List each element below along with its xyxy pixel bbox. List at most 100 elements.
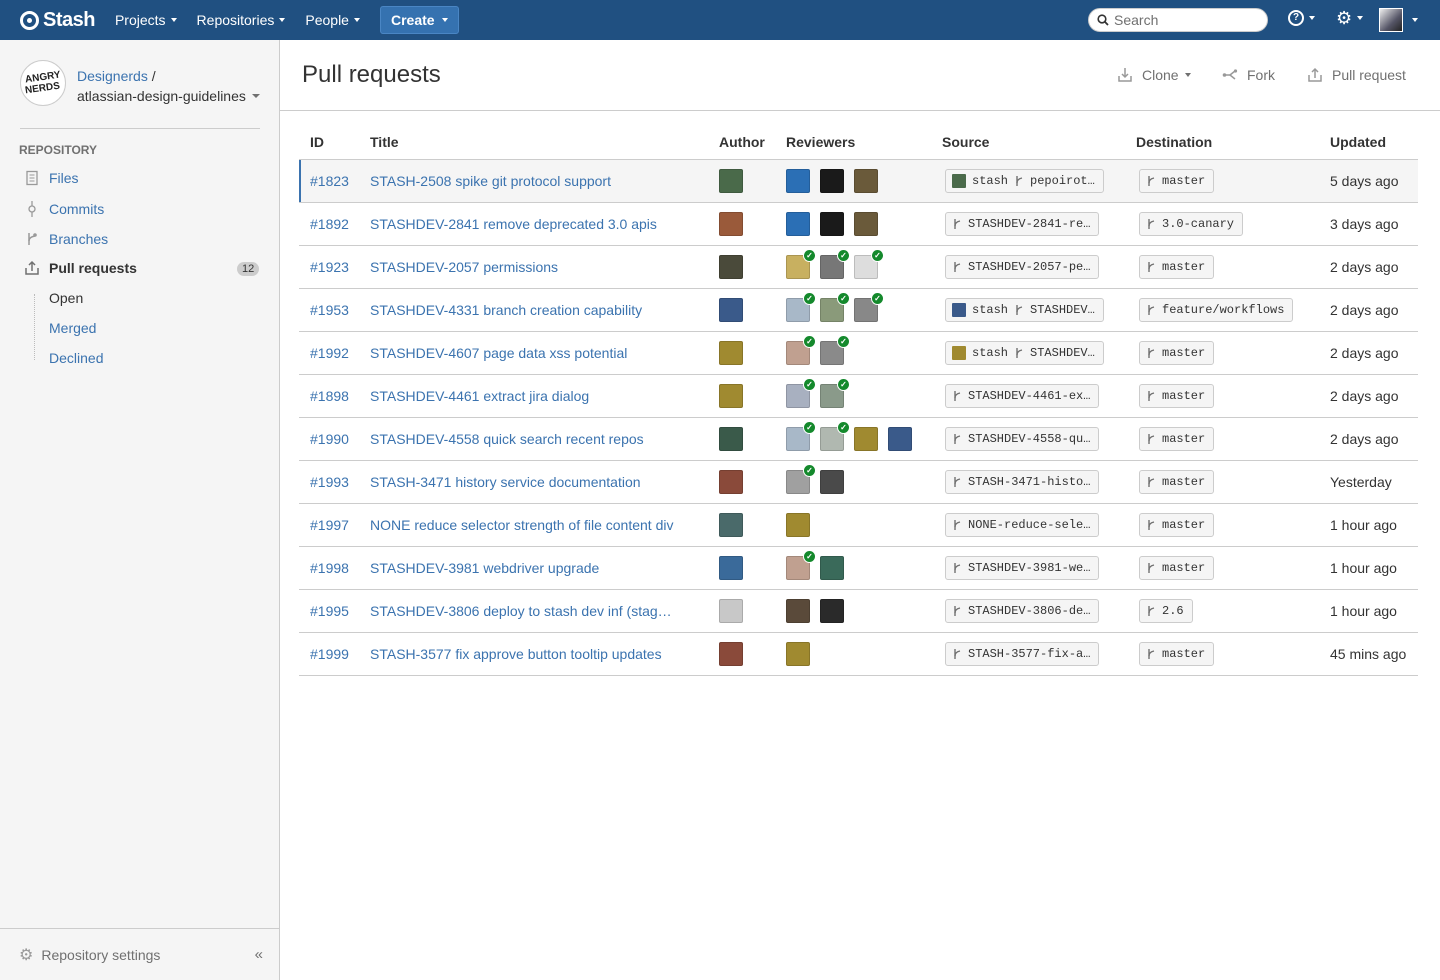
- reviewer-avatar[interactable]: [820, 469, 844, 494]
- author-avatar[interactable]: [719, 168, 743, 193]
- reviewer-avatar[interactable]: [854, 168, 878, 193]
- source-branch-lozenge[interactable]: STASHDEV-4461-ex…: [945, 383, 1100, 408]
- pr-title-link[interactable]: STASHDEV-2841 remove deprecated 3.0 apis: [370, 216, 657, 232]
- reviewer-avatar[interactable]: [786, 211, 810, 236]
- sidebar-item-pull-requests[interactable]: Pull requests: [24, 260, 137, 276]
- author-avatar[interactable]: [719, 426, 743, 451]
- reviewer-avatar[interactable]: [820, 555, 844, 580]
- table-row[interactable]: #1953 STASHDEV-4331 branch creation capab…: [299, 288, 1418, 332]
- reviewer-avatar[interactable]: [820, 168, 844, 193]
- reviewer-avatar[interactable]: ✓: [820, 291, 850, 322]
- nav-people[interactable]: People: [305, 12, 360, 28]
- table-row[interactable]: #1892 STASHDEV-2841 remove deprecated 3.0…: [299, 202, 1418, 246]
- reviewer-avatar[interactable]: [820, 598, 844, 623]
- sidebar-item-branches[interactable]: Branches: [24, 231, 108, 247]
- pr-id-link[interactable]: #1892: [310, 216, 349, 232]
- sidebar-item-files[interactable]: Files: [24, 170, 79, 186]
- reviewer-avatar[interactable]: ✓: [786, 420, 816, 451]
- destination-branch-lozenge[interactable]: master: [1139, 254, 1215, 279]
- table-row[interactable]: #1998 STASHDEV-3981 webdriver upgrade ✓ STA…: [299, 546, 1418, 590]
- search-box[interactable]: [1088, 8, 1268, 32]
- reviewer-avatar[interactable]: [786, 512, 810, 537]
- pr-title-link[interactable]: STASHDEV-4558 quick search recent repos: [370, 431, 644, 447]
- reviewer-avatar[interactable]: ✓: [786, 291, 816, 322]
- pr-title-link[interactable]: STASH-3471 history service documentation: [370, 474, 641, 490]
- pr-id-link[interactable]: #1990: [310, 431, 349, 447]
- reviewer-avatar[interactable]: [786, 168, 810, 193]
- create-pull-request-button[interactable]: Pull request: [1307, 67, 1406, 83]
- source-branch-lozenge[interactable]: STASHDEV-3806-de…: [945, 598, 1100, 623]
- table-row[interactable]: #1923 STASHDEV-2057 permissions ✓ ✓ ✓ STASHDE…: [299, 245, 1418, 289]
- repository-selector[interactable]: atlassian-design-guidelines: [77, 86, 260, 106]
- reviewer-avatar[interactable]: ✓: [786, 248, 816, 279]
- table-row[interactable]: #1992 STASHDEV-4607 page data xss potenti…: [299, 331, 1418, 375]
- pr-title-link[interactable]: STASHDEV-2057 permissions: [370, 259, 558, 275]
- author-avatar[interactable]: [719, 297, 743, 322]
- pr-id-link[interactable]: #1823: [310, 173, 349, 189]
- pr-id-link[interactable]: #1923: [310, 259, 349, 275]
- reviewer-avatar[interactable]: ✓: [820, 248, 850, 279]
- author-avatar[interactable]: [719, 469, 743, 494]
- pr-title-link[interactable]: STASH-2508 spike git protocol support: [370, 173, 611, 189]
- table-row[interactable]: #1997 NONE reduce selector strength of fi…: [299, 503, 1418, 547]
- pr-title-link[interactable]: STASHDEV-4607 page data xss potential: [370, 345, 627, 361]
- source-branch-lozenge[interactable]: stash pepoirot…: [945, 168, 1104, 193]
- source-branch-lozenge[interactable]: STASHDEV-4558-qu…: [945, 426, 1100, 451]
- pr-title-link[interactable]: STASHDEV-4461 extract jira dialog: [370, 388, 589, 404]
- clone-button[interactable]: Clone: [1117, 67, 1191, 83]
- author-avatar[interactable]: [719, 641, 743, 666]
- source-branch-lozenge[interactable]: stash STASHDEV…: [945, 340, 1104, 365]
- admin-menu[interactable]: ⚙: [1336, 9, 1364, 27]
- pr-id-link[interactable]: #1993: [310, 474, 349, 490]
- sidebar-subitem-open[interactable]: Open: [49, 290, 83, 306]
- source-branch-lozenge[interactable]: STASHDEV-3981-we…: [945, 555, 1100, 580]
- pr-id-link[interactable]: #1995: [310, 603, 349, 619]
- reviewer-avatar[interactable]: [786, 598, 810, 623]
- stash-logo[interactable]: Stash: [20, 9, 95, 32]
- create-button[interactable]: Create: [379, 6, 459, 34]
- nav-repositories[interactable]: Repositories: [197, 12, 286, 28]
- collapse-sidebar-icon[interactable]: «: [255, 946, 263, 963]
- table-row[interactable]: #1993 STASH-3471 history service document…: [299, 460, 1418, 504]
- author-avatar[interactable]: [719, 340, 743, 365]
- repository-settings-link[interactable]: Repository settings: [41, 947, 160, 963]
- destination-branch-lozenge[interactable]: feature/workflows: [1139, 297, 1294, 322]
- reviewer-avatar[interactable]: [888, 426, 912, 451]
- destination-branch-lozenge[interactable]: master: [1139, 340, 1215, 365]
- sidebar-subitem-merged[interactable]: Merged: [49, 320, 96, 336]
- author-avatar[interactable]: [719, 383, 743, 408]
- sidebar-item-commits[interactable]: Commits: [24, 201, 104, 217]
- author-avatar[interactable]: [719, 254, 743, 279]
- destination-branch-lozenge[interactable]: master: [1139, 469, 1215, 494]
- reviewer-avatar[interactable]: [854, 211, 878, 236]
- reviewer-avatar[interactable]: ✓: [820, 334, 850, 365]
- destination-branch-lozenge[interactable]: 3.0-canary: [1139, 211, 1244, 236]
- reviewer-avatar[interactable]: ✓: [854, 248, 884, 279]
- reviewer-avatar[interactable]: ✓: [820, 420, 850, 451]
- help-menu[interactable]: ?: [1288, 10, 1315, 26]
- table-row[interactable]: #1823 STASH-2508 spike git protocol suppo…: [299, 159, 1418, 203]
- reviewer-avatar[interactable]: [854, 426, 878, 451]
- reviewer-avatar[interactable]: [786, 641, 810, 666]
- reviewer-avatar[interactable]: ✓: [820, 377, 850, 408]
- author-avatar[interactable]: [719, 211, 743, 236]
- source-branch-lozenge[interactable]: NONE-reduce-sele…: [945, 512, 1100, 537]
- table-row[interactable]: #1990 STASHDEV-4558 quick search recent r…: [299, 417, 1418, 461]
- nav-projects[interactable]: Projects: [115, 12, 177, 28]
- pr-id-link[interactable]: #1998: [310, 560, 349, 576]
- author-avatar[interactable]: [719, 598, 743, 623]
- destination-branch-lozenge[interactable]: master: [1139, 383, 1215, 408]
- pr-id-link[interactable]: #1992: [310, 345, 349, 361]
- reviewer-avatar[interactable]: ✓: [786, 334, 816, 365]
- pr-title-link[interactable]: STASHDEV-3981 webdriver upgrade: [370, 560, 599, 576]
- destination-branch-lozenge[interactable]: 2.6: [1139, 598, 1193, 623]
- pr-id-link[interactable]: #1999: [310, 646, 349, 662]
- author-avatar[interactable]: [719, 555, 743, 580]
- table-row[interactable]: #1999 STASH-3577 fix approve button toolt…: [299, 632, 1418, 676]
- destination-branch-lozenge[interactable]: master: [1139, 641, 1215, 666]
- table-row[interactable]: #1898 STASHDEV-4461 extract jira dialog ✓ ✓…: [299, 374, 1418, 418]
- reviewer-avatar[interactable]: ✓: [786, 549, 816, 580]
- destination-branch-lozenge[interactable]: master: [1139, 555, 1215, 580]
- reviewer-avatar[interactable]: [820, 211, 844, 236]
- source-branch-lozenge[interactable]: stash STASHDEV…: [945, 297, 1104, 322]
